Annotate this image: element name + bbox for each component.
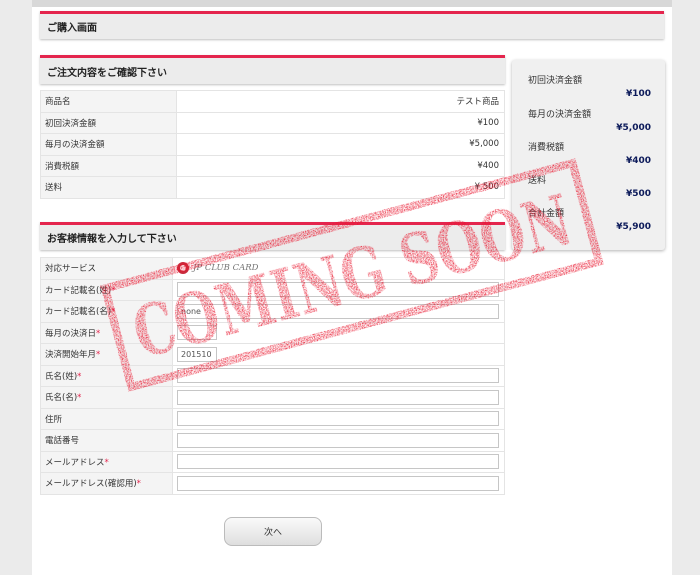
- product-name-label: 商品名: [40, 90, 177, 113]
- address-label: 住所: [40, 407, 173, 430]
- order-section-title: ご注文内容をご確認下さい: [47, 67, 167, 79]
- shipping-label: 送料: [40, 176, 177, 199]
- card-brand-icon: [177, 262, 189, 275]
- jp-club-card-logo: JP CLUB CARD: [177, 262, 499, 275]
- email-label: メールアドレス*: [40, 450, 173, 473]
- phone-label: 電話番号: [40, 429, 173, 452]
- order-table: 商品名 テスト商品 初回決済金額 ¥100 毎月の決済金額 ¥5,000 消費税…: [40, 90, 505, 199]
- table-row: メールアドレス*: [40, 450, 505, 473]
- table-row: 電話番号: [40, 429, 505, 452]
- table-row: 毎月の決済金額 ¥5,000: [40, 133, 505, 156]
- monthly-payment-day-select[interactable]: [177, 325, 217, 341]
- email-confirm-label: メールアドレス(確認用)*: [40, 472, 173, 495]
- monthly-payment-day-label: 毎月の決済日*: [40, 321, 173, 344]
- page-title: ご購入画面: [47, 23, 97, 34]
- last-name-label: 氏名(姓)*: [40, 364, 173, 387]
- table-row: カード記載名(名)* none: [40, 300, 505, 323]
- email-input[interactable]: [177, 454, 499, 470]
- customer-section-title: お客様情報を入力して下さい: [47, 234, 177, 245]
- email-confirm-input[interactable]: [177, 475, 499, 491]
- summary-shipping-label: 送料: [528, 176, 547, 186]
- customer-section-header: お客様情報を入力して下さい: [40, 222, 505, 250]
- first-name-input[interactable]: [177, 389, 499, 405]
- summary-tax-label: 消費税額: [528, 143, 565, 153]
- summary-monthly-payment-value: ¥5,000: [616, 123, 651, 133]
- service-label: 対応サービス: [40, 257, 173, 280]
- card-last-name-label: カード記載名(姓)*: [40, 278, 173, 301]
- card-first-name-input[interactable]: none: [177, 303, 499, 319]
- tax-label: 消費税額: [40, 154, 177, 177]
- table-row: 対応サービス JP CLUB CARD: [40, 257, 505, 280]
- table-row: 住所: [40, 407, 505, 430]
- summary-row: 毎月の決済金額 ¥5,000: [512, 107, 665, 141]
- first-payment-value: ¥100: [176, 111, 505, 134]
- card-brand-name: JP CLUB CARD: [193, 263, 259, 274]
- monthly-payment-label: 毎月の決済金額: [40, 133, 177, 156]
- next-button[interactable]: 次へ: [224, 517, 322, 546]
- table-row: 毎月の決済日*: [40, 321, 505, 344]
- card-first-name-label: カード記載名(名)*: [40, 300, 173, 323]
- table-row: 決済開始年月* 201510: [40, 343, 505, 366]
- table-row: 初回決済金額 ¥100: [40, 111, 505, 134]
- summary-total-label: 合計金額: [528, 209, 565, 219]
- table-row: 氏名(姓)*: [40, 364, 505, 387]
- table-row: 送料 ¥ 500: [40, 176, 505, 199]
- customer-form-table: 対応サービス JP CLUB CARD カード記載名(姓)* カード記載名(名)…: [40, 257, 505, 495]
- summary-monthly-payment-label: 毎月の決済金額: [528, 110, 592, 120]
- page-container: ご購入画面 ご注文内容をご確認下さい 商品名 テスト商品 初回決済金額 ¥100…: [32, 0, 672, 575]
- payment-start-select[interactable]: 201510: [177, 346, 217, 362]
- phone-input[interactable]: [177, 432, 499, 448]
- summary-row: 送料 ¥500: [512, 173, 665, 207]
- tax-value: ¥400: [176, 154, 505, 177]
- shipping-value: ¥ 500: [176, 176, 505, 199]
- monthly-payment-value: ¥5,000: [176, 133, 505, 156]
- summary-row: 消費税額 ¥400: [512, 140, 665, 174]
- summary-row: 合計金額 ¥5,900: [512, 206, 665, 240]
- summary-first-payment-label: 初回決済金額: [528, 76, 583, 86]
- table-row: 消費税額 ¥400: [40, 154, 505, 177]
- payment-start-label: 決済開始年月*: [40, 343, 173, 366]
- order-section-header: ご注文内容をご確認下さい: [40, 55, 505, 84]
- first-payment-label: 初回決済金額: [40, 111, 177, 134]
- last-name-input[interactable]: [177, 368, 499, 384]
- address-input[interactable]: [177, 411, 499, 427]
- page-header: ご購入画面: [40, 11, 664, 39]
- card-last-name-input[interactable]: [177, 282, 499, 298]
- summary-shipping-value: ¥500: [625, 189, 651, 199]
- order-summary: 初回決済金額 ¥100 毎月の決済金額 ¥5,000 消費税額 ¥400 送料 …: [512, 60, 665, 250]
- table-row: メールアドレス(確認用)*: [40, 472, 505, 495]
- table-row: カード記載名(姓)*: [40, 278, 505, 301]
- summary-first-payment-value: ¥100: [625, 89, 651, 99]
- summary-tax-value: ¥400: [625, 156, 651, 166]
- summary-total-value: ¥5,900: [616, 222, 651, 232]
- table-row: 商品名 テスト商品: [40, 90, 505, 113]
- table-row: 氏名(名)*: [40, 386, 505, 409]
- first-name-label: 氏名(名)*: [40, 386, 173, 409]
- product-name-value: テスト商品: [176, 90, 505, 113]
- summary-row: 初回決済金額 ¥100: [512, 73, 665, 107]
